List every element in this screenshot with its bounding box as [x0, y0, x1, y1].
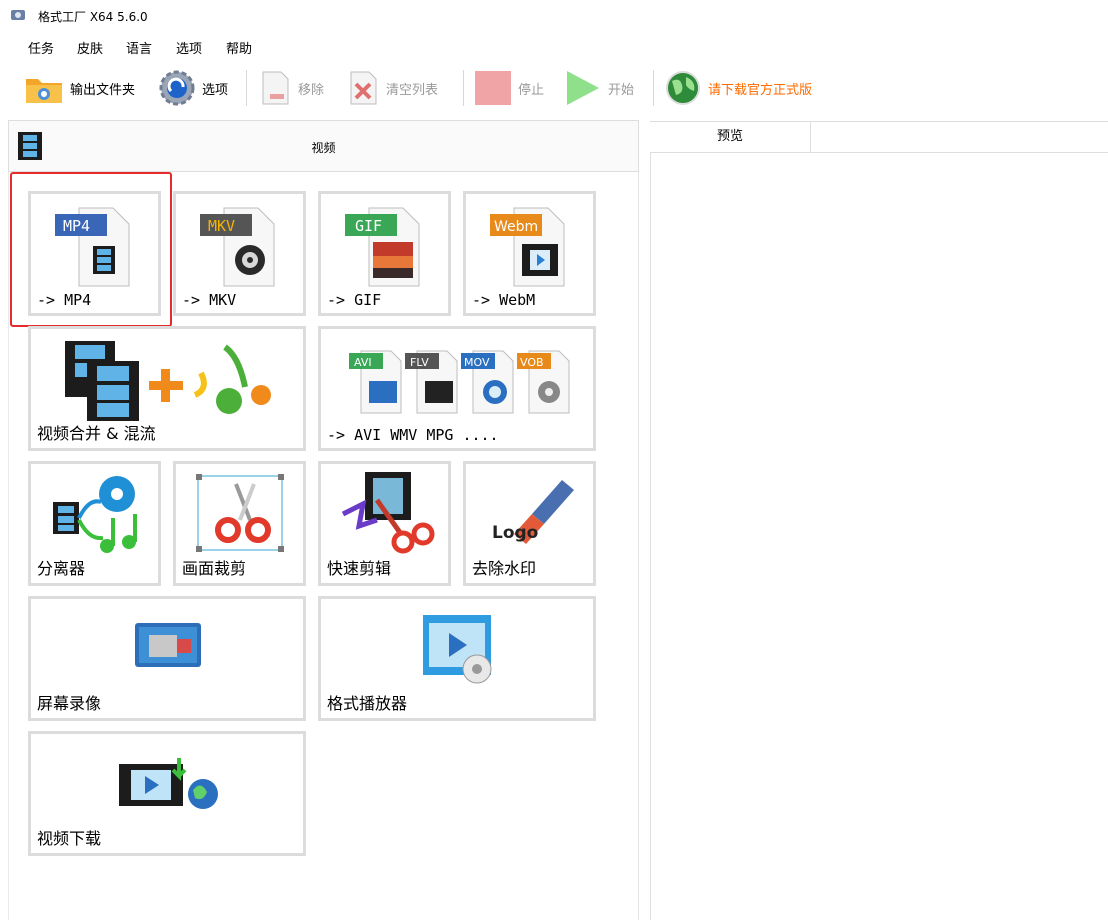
toolbar: 输出文件夹 选项 移除 清空列表 停止 开始 请下载官方正式版 [0, 66, 1108, 110]
flv-badge-text: FLV [410, 356, 429, 369]
video-download-icon [119, 758, 218, 809]
format-player-tile[interactable]: 格式播放器 [318, 596, 596, 721]
menu-task[interactable]: 任务 [28, 38, 54, 57]
convert-webm-tile[interactable]: Webm -> WebM [463, 191, 596, 316]
remove-button[interactable]: 移除 [258, 66, 324, 110]
output-folder-label: 输出文件夹 [70, 82, 136, 98]
options-button[interactable]: 选项 [158, 66, 228, 110]
video-merge-tile[interactable]: 视频合并 & 混流 [28, 326, 306, 451]
start-button[interactable]: 开始 [564, 66, 634, 110]
splitter-tile-label: 分离器 [37, 559, 86, 578]
window-title: 格式工厂 X64 5.6.0 [38, 10, 148, 24]
clear-list-label: 清空列表 [386, 82, 439, 98]
webm-badge-text: Webm [494, 219, 538, 235]
format-player-tile-label: 格式播放器 [327, 694, 408, 713]
remove-logo-tile[interactable]: Logo 去除水印 [463, 461, 596, 586]
vob-badge-text: VOB [520, 356, 544, 369]
remove-logo-tile-label: 去除水印 [472, 559, 537, 578]
merge-tile-label: 视频合并 & 混流 [37, 424, 156, 443]
play-icon [567, 71, 599, 105]
download-official-label: 请下载官方正式版 [708, 82, 813, 98]
format-badges-icon: AVI FLV MOV VOB [349, 350, 570, 414]
splitter-tile[interactable]: 分离器 [28, 461, 161, 586]
menu-skin[interactable]: 皮肤 [77, 38, 103, 57]
mkv-tile-label: -> MKV [182, 291, 237, 309]
screen-record-tile-label: 屏幕录像 [37, 694, 102, 713]
webm-file-icon: Webm [490, 207, 565, 287]
mkv-badge-text: MKV [208, 217, 235, 235]
selected-tile-highlight [10, 172, 172, 327]
mov-badge-text: MOV [464, 356, 490, 369]
mkv-file-icon: MKV [200, 207, 275, 287]
output-folder-button[interactable]: 输出文件夹 [24, 66, 135, 110]
format-factory-icon [11, 10, 25, 20]
crop-scissors-icon [196, 474, 284, 552]
quick-edit-tile-label: 快速剪辑 [327, 559, 392, 578]
other-formats-tile-label: -> AVI WMV MPG .... [327, 426, 499, 444]
video-category-header[interactable]: 视频 [8, 120, 639, 172]
toolbar-separator [246, 70, 247, 106]
crop-tile[interactable]: 画面裁剪 [173, 461, 306, 586]
panel-title: 视频 [311, 141, 336, 155]
video-download-tile[interactable]: 视频下载 [28, 731, 306, 856]
menu-language[interactable]: 语言 [126, 38, 152, 57]
webm-tile-label: -> WebM [472, 291, 536, 309]
task-list-area[interactable] [650, 153, 1108, 920]
title-bar: 格式工厂 X64 5.6.0 [0, 0, 1108, 32]
menu-bar: 任务 皮肤 语言 选项 帮助 [0, 34, 1108, 58]
remove-label: 移除 [298, 82, 325, 98]
screen-record-tile[interactable]: 屏幕录像 [28, 596, 306, 721]
document-remove-icon [262, 71, 289, 105]
start-label: 开始 [608, 82, 635, 98]
preview-column-header[interactable]: 预览 [650, 122, 811, 152]
clear-list-button[interactable]: 清空列表 [346, 66, 438, 110]
convert-mkv-tile[interactable]: MKV -> MKV [173, 191, 306, 316]
gif-file-icon: GIF [345, 207, 420, 287]
quick-edit-icon [341, 472, 435, 554]
download-official-link[interactable]: 请下载官方正式版 [664, 66, 812, 110]
stop-icon [475, 71, 511, 105]
stop-button[interactable]: 停止 [474, 66, 544, 110]
toolbar-separator [653, 70, 654, 106]
menu-help[interactable]: 帮助 [226, 38, 252, 57]
options-label: 选项 [202, 82, 229, 98]
stop-label: 停止 [518, 82, 545, 98]
logo-text: Logo [492, 523, 538, 543]
convert-other-formats-tile[interactable]: AVI FLV MOV VOB -> AVI WMV MPG .... [318, 326, 596, 451]
gif-tile-label: -> GIF [327, 291, 382, 309]
splitter-icon [53, 476, 137, 553]
merge-icon [65, 341, 271, 421]
document-clear-icon [350, 71, 377, 105]
screen-record-icon [135, 623, 201, 667]
video-download-tile-label: 视频下载 [37, 829, 102, 848]
globe-icon [666, 71, 700, 105]
avi-badge-text: AVI [354, 356, 372, 369]
folder-icon [26, 79, 62, 103]
quick-edit-tile[interactable]: 快速剪辑 [318, 461, 451, 586]
toolbar-separator [463, 70, 464, 106]
crop-tile-label: 画面裁剪 [182, 559, 247, 578]
convert-gif-tile[interactable]: GIF -> GIF [318, 191, 451, 316]
menu-options[interactable]: 选项 [176, 38, 202, 57]
gif-badge-text: GIF [355, 217, 382, 235]
gear-icon [159, 70, 195, 106]
eraser-icon: Logo [492, 480, 574, 544]
preview-header: 预览 [650, 121, 1108, 153]
media-player-icon [423, 615, 492, 684]
